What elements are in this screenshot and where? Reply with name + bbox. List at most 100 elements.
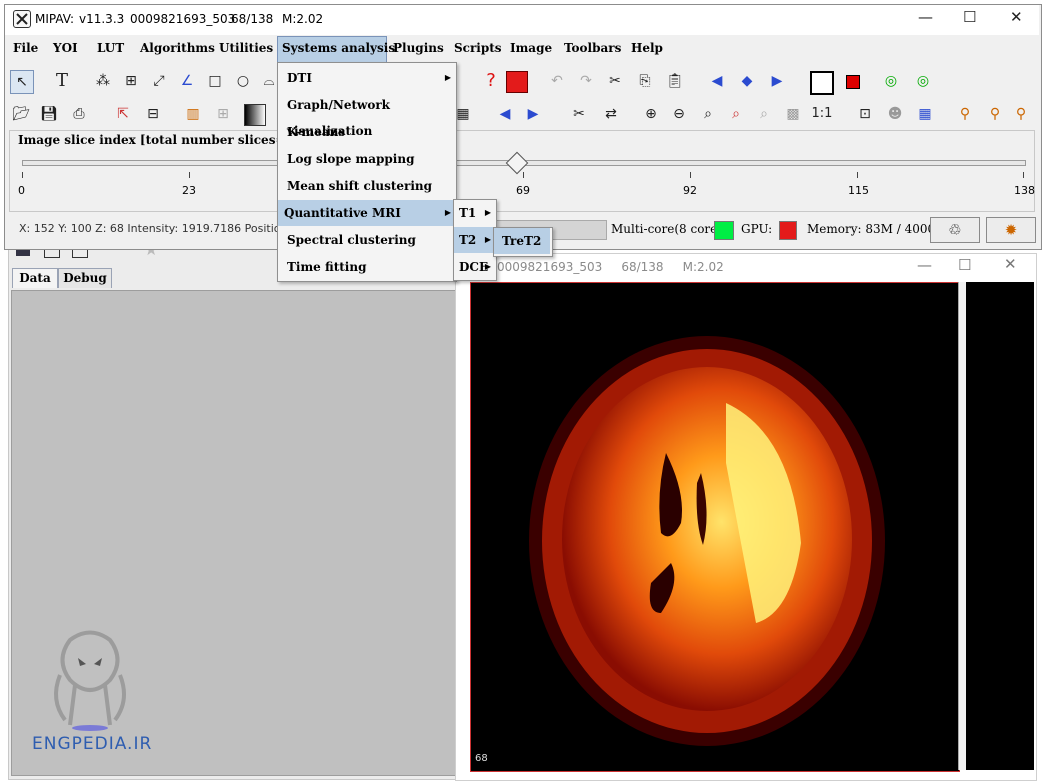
save-icon[interactable]: 💾︎ [38,103,60,125]
menu-item-dti[interactable]: DTI ▶ [278,65,455,91]
submenu-item-t2[interactable]: T2 ▶ [454,227,495,253]
ellipse-icon[interactable]: ○ [232,70,254,92]
title-memory: M:2.02 [282,12,324,26]
background-color-icon[interactable] [846,75,860,89]
menu-utilities[interactable]: Utilities [219,41,273,55]
menu-toolbars[interactable]: Toolbars [564,41,621,55]
debug-button[interactable]: ✹ [986,217,1036,243]
menu-image[interactable]: Image [510,41,552,55]
menu-algorithms[interactable]: Algorithms [140,41,215,55]
tick-mark [523,172,524,178]
scope-icon-1[interactable]: ⚲ [954,103,976,125]
open-icon[interactable]: 📂︎ [10,103,32,125]
slice-number-overlay: 68 [475,753,488,764]
menu-item-quantitative-mri[interactable]: Quantitative MRI ▶ [278,200,455,226]
undo-icon: ↶ [551,73,563,89]
menu-yoi[interactable]: YOI [53,41,78,55]
menu-item-spectral-clustering[interactable]: Spectral clustering [278,227,455,253]
line-icon[interactable]: ⤢ [148,70,170,92]
multicore-indicator [714,221,734,240]
zoom-in-icon[interactable]: ⊕ [640,103,662,125]
menu-item-kmeans[interactable]: K-means [278,119,455,145]
menu-plugins[interactable]: Plugins [393,41,444,55]
menu-scripts[interactable]: Scripts [454,41,502,55]
window-level-icon[interactable] [244,104,266,126]
app-version: v11.3.3 [79,12,125,26]
link-icon-1[interactable]: ◎ [880,70,902,92]
split-icon[interactable]: ⊞ [120,70,142,92]
copy-icon[interactable]: ⎘ [634,70,656,92]
zoom-icon[interactable]: ⌕ [697,103,719,125]
image-maximize-button[interactable]: ☐ [958,256,971,274]
zoom-disabled-icon: ⌕ [760,106,768,122]
head-icon[interactable]: ☻ [884,103,906,125]
previous-slice-icon[interactable]: ◀ [494,103,516,125]
tick-label: 69 [516,184,530,197]
scope-icon-2[interactable]: ⚲ [984,103,1006,125]
angle-icon[interactable]: ∠ [176,70,198,92]
help-icon[interactable]: ? [480,70,502,92]
grid-icon: ⊞ [217,106,229,122]
menu-systems-analysis[interactable]: Systems analysis [282,41,395,55]
slice-index-label: Image slice index [total number slices=1… [18,133,317,147]
watermark-text: ENGPEDIA.IR [32,734,153,754]
tab-data[interactable]: Data [12,268,58,288]
tick-mark [1023,172,1024,178]
tools-icon[interactable]: ✂ [568,103,590,125]
cut-icon[interactable]: ✂ [604,70,626,92]
menu-item-graph-network[interactable]: Graph/Network visualization [278,92,455,138]
memory-label: Memory: 83M / 4000M [807,222,948,236]
menu-lut[interactable]: LUT [97,41,124,55]
next-slice-icon[interactable]: ▶ [522,103,544,125]
brain-mri-slice [529,336,885,746]
tick-label: 23 [182,184,196,197]
foreground-color-icon[interactable] [810,71,834,95]
close-button[interactable]: ✕ [1010,8,1023,26]
scope-icon-3[interactable]: ⚲ [1010,103,1032,125]
flip-left-icon[interactable]: ◀ [706,70,728,92]
export-icon[interactable]: ⇱ [112,103,134,125]
submenu-item-tret2[interactable]: TreT2 [494,228,550,254]
flip-both-icon[interactable]: ◆ [736,70,758,92]
submenu-item-t1[interactable]: T1 ▶ [454,200,495,226]
orientation-icon[interactable]: ⊡ [854,103,876,125]
menu-item-mean-shift[interactable]: Mean shift clustering [278,173,455,199]
zoom-out-icon[interactable]: ⊖ [668,103,690,125]
zoom-one-to-one-icon[interactable]: 1:1 [811,103,833,125]
flip-right-icon[interactable]: ▶ [766,70,788,92]
tick-mark [690,172,691,178]
image-canvas[interactable] [470,282,960,772]
image-right-area [966,282,1034,770]
minimize-button[interactable]: — [918,8,933,26]
gpu-indicator [779,221,797,240]
print-icon[interactable]: ⎙ [68,103,90,125]
image-window-title: 0009821693_503 68/138 M:2.02 [497,260,724,274]
database-icon[interactable]: ⊟ [142,103,164,125]
recycle-button[interactable]: ♲ [930,217,980,243]
menu-item-log-slope[interactable]: Log slope mapping [278,146,455,172]
tick-label: 115 [848,184,869,197]
color-swatch-icon[interactable] [506,71,528,93]
gpu-label: GPU: [741,222,773,236]
text-icon[interactable]: T [51,70,73,92]
maximize-button[interactable]: ☐ [963,8,976,26]
image-close-button[interactable]: ✕ [1004,255,1017,273]
submenu-item-dce[interactable]: DCE ▶ [454,254,495,280]
pointer-icon[interactable]: ↖ [10,70,34,94]
menu-help[interactable]: Help [631,41,663,55]
tick-mark [189,172,190,178]
tick-label: 138 [1014,184,1035,197]
zoom-region-icon[interactable]: ⌕ [725,103,747,125]
rectangle-icon[interactable]: □ [204,70,226,92]
points-icon[interactable]: ⁂ [92,70,114,92]
tile-icon[interactable]: ▦ [914,103,936,125]
tab-debug[interactable]: Debug [58,268,112,288]
app-name: MIPAV: [35,12,75,26]
swap-icon[interactable]: ⇄ [600,103,622,125]
histogram-icon[interactable]: ▥ [182,103,204,125]
image-minimize-button[interactable]: — [917,256,932,274]
menu-file[interactable]: File [13,41,38,55]
link-icon-2[interactable]: ◎ [912,70,934,92]
menu-item-time-fitting[interactable]: Time fitting [278,254,455,280]
paste-icon[interactable]: 📋︎ [664,70,686,92]
